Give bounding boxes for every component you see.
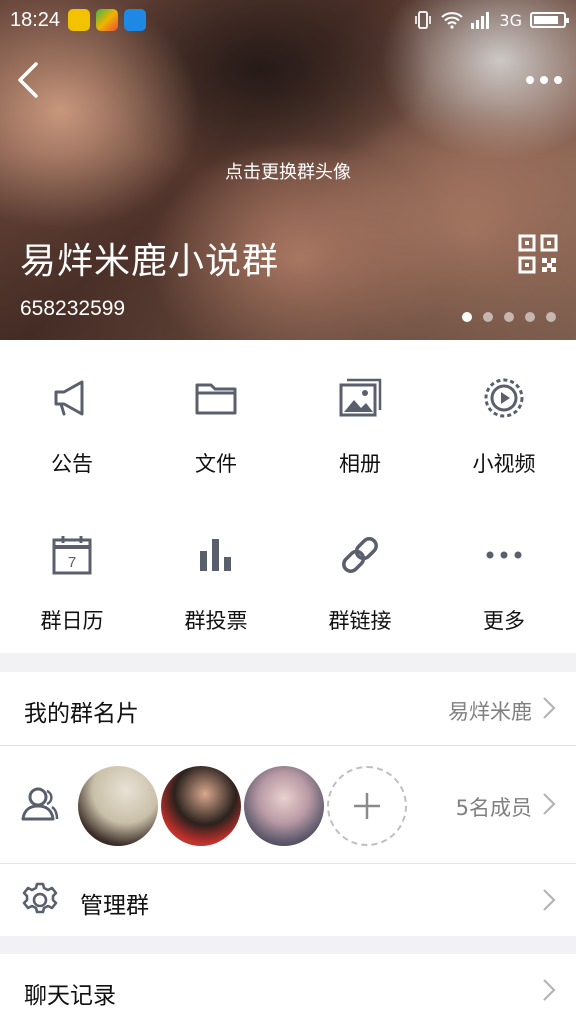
group-id: 658232599: [20, 297, 126, 320]
feature-label: 群链接: [328, 609, 392, 633]
manage-group-row[interactable]: 管理群: [0, 864, 576, 936]
chevron-right-icon: [543, 697, 556, 719]
member-avatar[interactable]: [244, 766, 324, 846]
feature-label: 群日历: [40, 609, 104, 633]
scan-notification-icon: [124, 9, 147, 31]
feature-short-video[interactable]: 小视频: [432, 340, 576, 496]
vote-chart-icon: [200, 539, 231, 571]
status-bar: 18:24 3G: [0, 0, 576, 40]
app-notification-icon: [68, 9, 91, 31]
calendar-day: 7: [68, 554, 76, 571]
vibrate-icon: [415, 11, 432, 29]
battery-icon: [530, 12, 569, 28]
video-icon: [484, 378, 524, 418]
feature-label: 更多: [483, 609, 525, 633]
chat-history-label: 聊天记录: [24, 983, 116, 1009]
folder-icon: [195, 383, 237, 415]
status-time: 18:24: [10, 8, 61, 31]
link-icon: [342, 537, 378, 573]
plus-icon: [354, 793, 380, 819]
my-group-card-row[interactable]: 我的群名片 易烊米鹿: [0, 672, 576, 745]
feature-files[interactable]: 文件: [144, 340, 288, 496]
page-dot: [546, 312, 556, 322]
back-button[interactable]: [12, 60, 48, 100]
gear-icon: [22, 882, 58, 914]
group-members-row[interactable]: 5名成员: [0, 746, 576, 863]
page-dot: [504, 312, 514, 322]
feature-label: 群投票: [184, 609, 248, 633]
feature-grid: 公告 文件 相册 小视频 7 群日历 群投票 群链接 更多: [0, 340, 576, 653]
chevron-right-icon: [543, 793, 556, 815]
more-icon: [486, 551, 522, 559]
my-group-card-label: 我的群名片: [24, 701, 139, 727]
manage-group-label: 管理群: [80, 893, 149, 919]
wifi-icon: [441, 12, 464, 29]
feature-label: 文件: [195, 452, 237, 476]
feature-more[interactable]: 更多: [432, 497, 576, 653]
feature-group-vote[interactable]: 群投票: [144, 497, 288, 653]
member-avatar[interactable]: [78, 766, 158, 846]
chevron-right-icon: [543, 889, 556, 911]
add-member-button[interactable]: [327, 766, 407, 846]
megaphone-icon: [54, 380, 84, 416]
app-notification-icon: [96, 9, 119, 31]
feature-label: 公告: [51, 452, 93, 476]
network-type: 3G: [499, 10, 522, 30]
page-dot: [525, 312, 535, 322]
chevron-right-icon: [543, 979, 556, 1001]
feature-label: 相册: [339, 452, 381, 476]
member-avatar[interactable]: [161, 766, 241, 846]
status-indicators: 3G: [413, 10, 569, 30]
members-icon: [21, 787, 59, 821]
album-icon: [339, 378, 382, 417]
page-dot: [462, 312, 472, 322]
calendar-icon: 7: [52, 536, 92, 575]
more-options-button[interactable]: [524, 68, 564, 92]
signal-icon: [471, 12, 490, 29]
feature-group-link[interactable]: 群链接: [288, 497, 432, 653]
page-dot: [483, 312, 493, 322]
feature-group-calendar[interactable]: 7 群日历: [0, 497, 144, 653]
member-count: 5名成员: [455, 796, 532, 820]
qr-code-button[interactable]: [518, 234, 558, 274]
notification-icons: [68, 9, 147, 31]
chat-history-row[interactable]: 聊天记录: [0, 954, 576, 1024]
change-avatar-hint[interactable]: 点击更换群头像: [0, 158, 576, 184]
photo-page-indicator: [462, 312, 556, 322]
feature-album[interactable]: 相册: [288, 340, 432, 496]
battery-level: [534, 16, 558, 24]
group-name: 易烊米鹿小说群: [20, 241, 280, 282]
feature-announcement[interactable]: 公告: [0, 340, 144, 496]
my-group-card-value: 易烊米鹿: [448, 700, 532, 724]
feature-label: 小视频: [472, 452, 536, 476]
